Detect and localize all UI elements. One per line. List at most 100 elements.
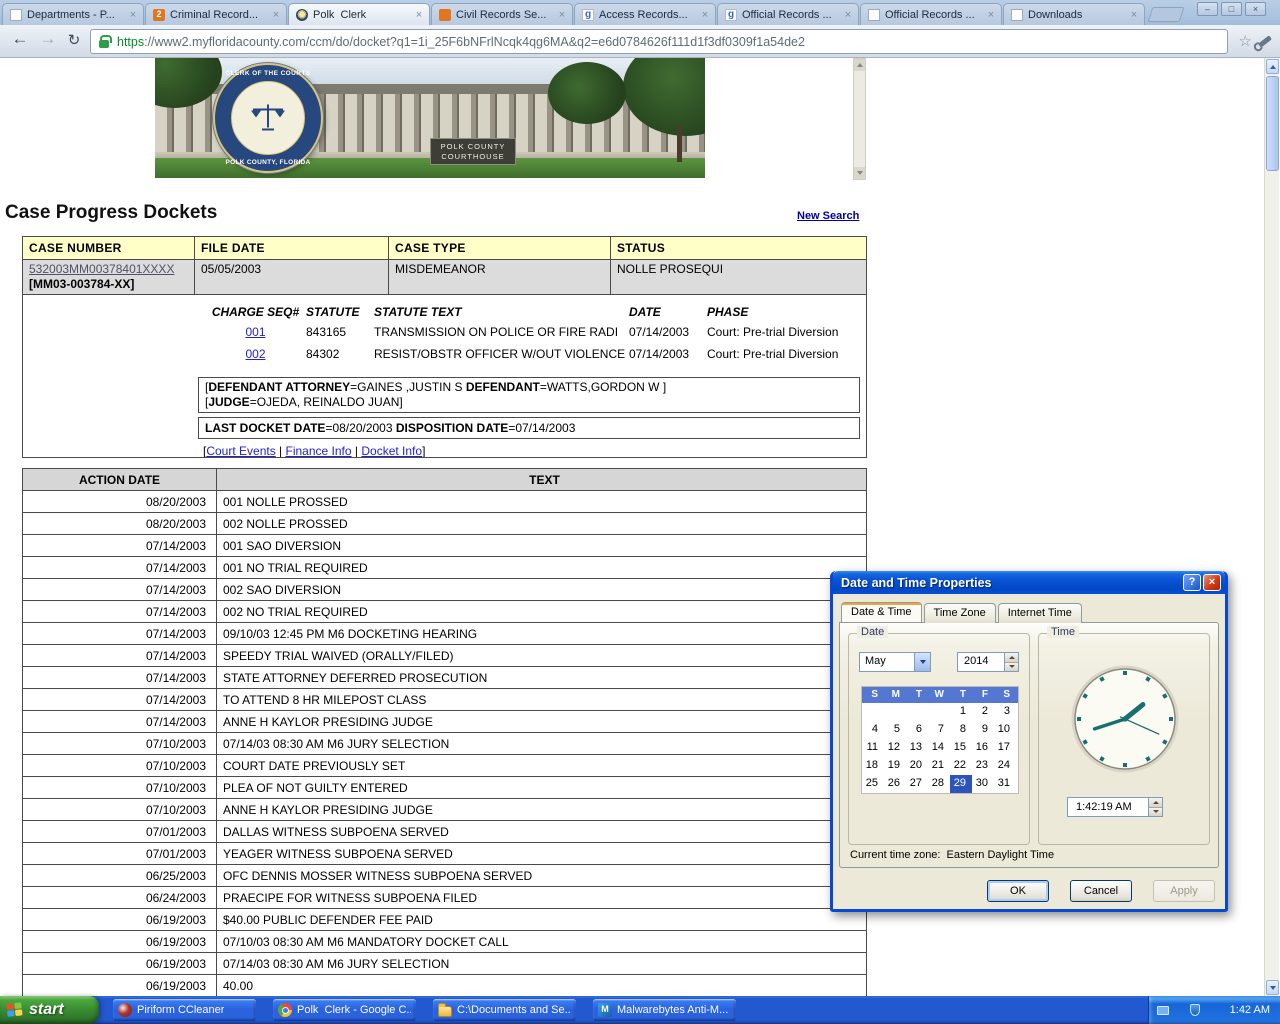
calendar-day[interactable]: 17 <box>994 739 1016 757</box>
taskbar-button[interactable]: Malwarebytes Anti-M... <box>593 999 736 1021</box>
window-restore-button[interactable]: □ <box>1221 2 1242 16</box>
browser-tab[interactable]: Civil Records Se... × <box>431 3 573 25</box>
calendar-day[interactable]: 9 <box>972 721 994 739</box>
year-up-icon[interactable] <box>1005 653 1018 663</box>
calendar-day[interactable]: 4 <box>862 721 884 739</box>
calendar-day[interactable]: 20 <box>906 757 928 775</box>
calendar-day[interactable]: 29 <box>950 775 972 793</box>
court-events-link[interactable]: Court Events <box>206 444 275 458</box>
scroll-up-icon[interactable] <box>1266 59 1279 74</box>
ok-button[interactable]: OK <box>987 880 1049 902</box>
dialog-title-bar[interactable]: Date and Time Properties ? × <box>833 571 1225 594</box>
tab-close-icon[interactable]: × <box>699 9 711 21</box>
tab-close-icon[interactable]: × <box>556 9 568 21</box>
calendar-day[interactable]: 12 <box>884 739 906 757</box>
new-search-link[interactable]: New Search <box>797 210 859 222</box>
tab-close-icon[interactable]: × <box>985 9 997 21</box>
calendar-day[interactable]: 6 <box>906 721 928 739</box>
calendar-day[interactable]: 30 <box>972 775 994 793</box>
calendar-day[interactable] <box>862 703 884 721</box>
browser-tab[interactable]: g Access Records... × <box>574 3 716 25</box>
calendar-day[interactable]: 16 <box>972 739 994 757</box>
network-icon[interactable] <box>1157 1006 1169 1015</box>
cancel-button[interactable]: Cancel <box>1070 880 1132 902</box>
calendar-day[interactable]: 11 <box>862 739 884 757</box>
calendar-day[interactable]: 31 <box>994 775 1016 793</box>
calendar-day[interactable]: 19 <box>884 757 906 775</box>
tab-close-icon[interactable]: × <box>127 9 139 21</box>
calendar-day[interactable]: 22 <box>950 757 972 775</box>
calendar-day[interactable] <box>906 703 928 721</box>
taskbar-button[interactable]: C:\Documents and Se... <box>433 999 576 1021</box>
dialog-close-button[interactable]: × <box>1203 574 1221 591</box>
calendar-day[interactable]: 26 <box>884 775 906 793</box>
calendar-day[interactable]: 5 <box>884 721 906 739</box>
frame-scroll-up-icon[interactable] <box>854 59 865 71</box>
dialog-help-button[interactable]: ? <box>1183 574 1201 591</box>
time-value-field[interactable]: 1:42:19 AM <box>1067 797 1149 817</box>
tray-clock[interactable]: 1:42 AM <box>1230 1004 1270 1016</box>
tab-internet-time[interactable]: Internet Time <box>998 603 1082 623</box>
calendar-day[interactable]: 3 <box>994 703 1016 721</box>
year-down-icon[interactable] <box>1005 663 1018 672</box>
tab-close-icon[interactable]: × <box>270 9 282 21</box>
charge-seq-link[interactable]: 001 <box>245 325 265 339</box>
browser-tab[interactable]: Downloads × <box>1003 3 1145 25</box>
address-bar[interactable]: https://www2.myfloridacounty.com/ccm/do/… <box>90 29 1228 54</box>
month-dropdown-icon[interactable] <box>914 653 930 671</box>
refresh-button[interactable]: ↻ <box>62 31 86 49</box>
month-select[interactable]: May <box>859 652 931 672</box>
calendar-day[interactable]: 14 <box>928 739 950 757</box>
browser-scrollbar[interactable] <box>1264 58 1279 996</box>
charge-seq-link[interactable]: 002 <box>245 347 265 361</box>
browser-tab[interactable]: 2 Criminal Record... × <box>145 3 287 25</box>
calendar-day[interactable] <box>928 703 950 721</box>
window-close-button[interactable]: × <box>1245 2 1266 16</box>
year-spinner[interactable]: 2014 <box>957 652 1019 672</box>
browser-tab[interactable]: Polk Clerk × <box>288 3 430 25</box>
wrench-menu-icon[interactable] <box>1258 35 1272 48</box>
calendar-day[interactable]: 18 <box>862 757 884 775</box>
apply-button[interactable]: Apply <box>1153 880 1215 902</box>
new-tab-button[interactable] <box>1148 7 1185 22</box>
finance-info-link[interactable]: Finance Info <box>286 444 352 458</box>
tab-close-icon[interactable]: × <box>842 9 854 21</box>
tab-time-zone[interactable]: Time Zone <box>924 603 996 623</box>
browser-tab[interactable]: g Official Records ... × <box>717 3 859 25</box>
browser-tab[interactable]: Departments - P... × <box>2 3 144 25</box>
taskbar-button[interactable]: Polk Clerk - Google C... <box>273 999 416 1021</box>
taskbar-button[interactable]: Piriform CCleaner <box>113 999 256 1021</box>
calendar-day[interactable]: 1 <box>950 703 972 721</box>
tab-close-icon[interactable]: × <box>1128 9 1140 21</box>
calendar-day[interactable]: 8 <box>950 721 972 739</box>
malwarebytes-tray-icon[interactable] <box>1174 1005 1185 1016</box>
window-minimize-button[interactable]: – <box>1197 2 1218 16</box>
browser-tab[interactable]: Official Records ... × <box>860 3 1002 25</box>
security-shield-icon[interactable] <box>1190 1004 1200 1016</box>
calendar-day[interactable]: 28 <box>928 775 950 793</box>
calendar-day[interactable]: 7 <box>928 721 950 739</box>
calendar-day[interactable]: 27 <box>906 775 928 793</box>
forward-button[interactable]: → <box>36 29 60 49</box>
calendar-day[interactable]: 23 <box>972 757 994 775</box>
tab-close-icon[interactable]: × <box>413 9 425 21</box>
frame-scroll-down-icon[interactable] <box>854 167 865 179</box>
calendar-day[interactable]: 24 <box>994 757 1016 775</box>
calendar-day[interactable] <box>884 703 906 721</box>
time-down-icon[interactable] <box>1149 808 1162 817</box>
back-button[interactable]: ← <box>8 29 32 49</box>
calendar-day[interactable]: 2 <box>972 703 994 721</box>
case-number-link[interactable]: 532003MM00378401XXXX <box>29 262 174 277</box>
calendar-day[interactable]: 10 <box>994 721 1016 739</box>
scroll-down-icon[interactable] <box>1266 980 1279 995</box>
bookmark-star-icon[interactable]: ☆ <box>1239 32 1252 50</box>
docket-info-link[interactable]: Docket Info <box>361 444 422 458</box>
tab-date-time[interactable]: Date & Time <box>841 602 922 622</box>
calendar-day[interactable]: 15 <box>950 739 972 757</box>
time-up-icon[interactable] <box>1149 798 1162 808</box>
scrollbar-thumb[interactable] <box>1266 76 1279 171</box>
calendar-day[interactable]: 21 <box>928 757 950 775</box>
calendar-day[interactable]: 25 <box>862 775 884 793</box>
calendar-day[interactable]: 13 <box>906 739 928 757</box>
frame-scrollbar[interactable] <box>853 58 866 180</box>
